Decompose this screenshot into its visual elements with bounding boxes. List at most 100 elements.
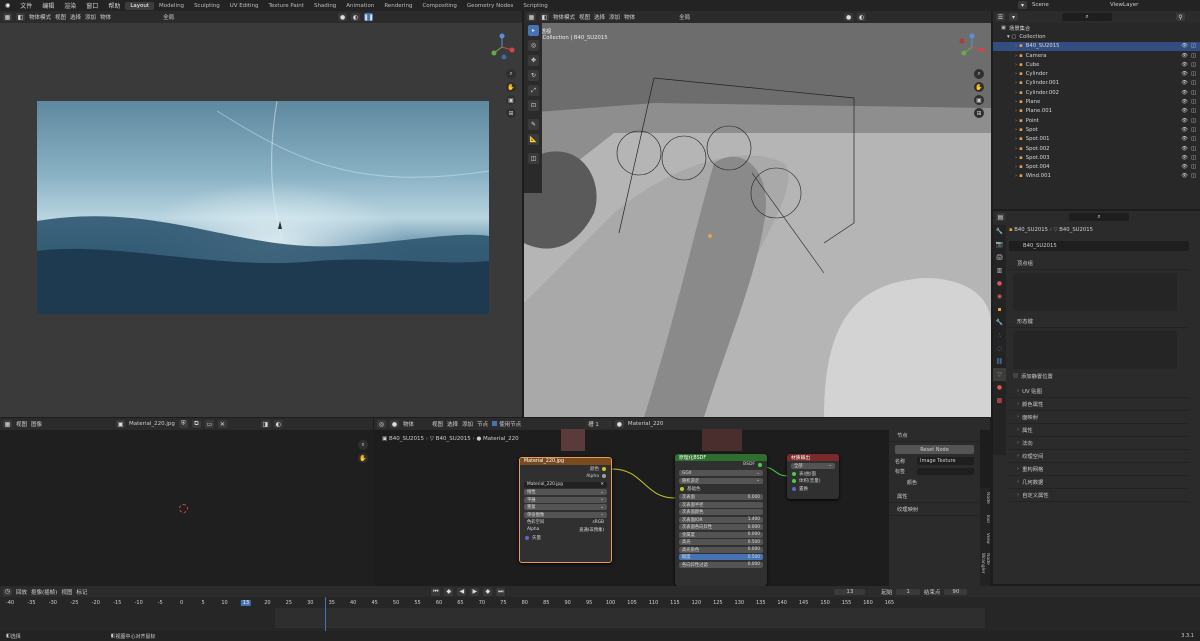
outliner-item[interactable]: › ▪ Plane.001 👁 ◫ — [993, 107, 1200, 116]
menu-object[interactable]: 物体 — [624, 13, 635, 21]
node-section-header[interactable]: 节点 — [889, 429, 980, 442]
render-tab-icon[interactable]: 📷 — [993, 238, 1006, 251]
properties-section[interactable]: › 颜色属性 — [1009, 398, 1189, 411]
menu-select[interactable]: 选择 — [70, 13, 81, 21]
outliner-item[interactable]: › ▪ Wind.001 👁 ◫ — [993, 172, 1200, 181]
image-editor[interactable]: ▦ 视图 图像 ▣ Material_220.jpg ⛨ ⧉ ▭ ✕ ◨ ◐ ⌕… — [0, 418, 373, 586]
tab-modeling[interactable]: Modeling — [154, 2, 189, 10]
collection-row[interactable]: ▾ ▢ Collection — [993, 32, 1200, 41]
properties-section-header[interactable]: 属性 — [889, 490, 980, 503]
output-tab-icon[interactable]: 🖨 — [993, 251, 1006, 264]
add-rest-position-checkbox[interactable]: 添加静置位置 — [1013, 372, 1053, 380]
properties-section[interactable]: › 属性 — [1009, 424, 1189, 437]
camera-render-icon[interactable]: ◫ — [1191, 99, 1196, 105]
outliner-item[interactable]: › ▪ Cylinder 👁 ◫ — [993, 69, 1200, 78]
menu-window[interactable]: 窗口 — [81, 1, 103, 10]
camera-icon[interactable]: ▣ — [974, 95, 984, 105]
particles-tab-icon[interactable]: ∴ — [993, 329, 1006, 342]
start-frame-field[interactable]: 1 — [896, 588, 920, 595]
tab-sculpting[interactable]: Sculpting — [189, 2, 225, 10]
bsdf-input-field[interactable]: 次表面颜色 — [679, 509, 763, 515]
orientation-select[interactable]: 全局 — [679, 13, 690, 21]
outliner-item[interactable]: › ▪ Camera 👁 ◫ — [993, 51, 1200, 60]
projection-select[interactable]: 平展 ⌄ — [524, 496, 607, 503]
camera-render-icon[interactable]: ◫ — [1191, 118, 1196, 124]
view-icon[interactable]: ◨ — [260, 420, 270, 428]
copy-icon[interactable]: ⧉ — [191, 420, 201, 428]
alpha-output[interactable]: Alpha — [520, 473, 611, 481]
playhead[interactable] — [325, 597, 326, 631]
camera-render-icon[interactable]: ◫ — [1191, 127, 1196, 133]
tab-layout[interactable]: Layout — [125, 1, 155, 10]
menu-render[interactable]: 渲染 — [59, 1, 81, 10]
material-output-node[interactable]: 材质输出 全部 ⌄ 表(曲)面 体积(音量) 置换 — [787, 454, 839, 499]
3d-viewport[interactable]: ▦ ◧ 物体模式 视图 选择 添加 物体 全局 ● ◐ 用户透视 (13) Co… — [524, 11, 991, 417]
vertex-groups-header[interactable]: 顶点组 — [1009, 257, 1189, 270]
camera-render-icon[interactable]: ◫ — [1191, 62, 1196, 68]
visibility-icon[interactable]: 👁 — [1181, 173, 1188, 179]
image-texture-node[interactable]: Material_220.jpg 颜色 Alpha Material_220.j… — [519, 457, 612, 563]
object-tab-icon[interactable]: ▪ — [993, 303, 1006, 316]
outliner-item[interactable]: › ▪ Spot.003 👁 ◫ — [993, 153, 1200, 162]
menu-add[interactable]: 添加 — [609, 13, 620, 21]
properties-section[interactable]: › 纹理空间 — [1009, 450, 1189, 463]
close-icon[interactable]: ✕ — [217, 420, 227, 428]
scene-icon[interactable]: ▾ — [1018, 1, 1027, 9]
display-channels-icon[interactable]: ◐ — [273, 420, 283, 428]
camera-render-icon[interactable]: ◫ — [1191, 71, 1196, 77]
editor-type-icon[interactable]: ◷ — [3, 587, 12, 596]
camera-icon[interactable]: ▣ — [506, 95, 516, 105]
vertex-groups-list[interactable] — [1013, 273, 1177, 311]
outliner-item[interactable]: › ▪ Cylinder.002 👁 ◫ — [993, 88, 1200, 97]
bsdf-input-field[interactable]: 糙度 0.500 — [679, 554, 763, 560]
visibility-icon[interactable]: 👁 — [1181, 136, 1188, 142]
overlay-icon[interactable]: ◐ — [857, 13, 867, 21]
interpolation-select[interactable]: 线性 ⌄ — [524, 489, 607, 495]
menu-add[interactable]: 添加 — [85, 13, 96, 21]
menu-marker[interactable]: 标记 — [76, 588, 87, 596]
scene-name[interactable]: Scene — [1032, 2, 1049, 8]
properties-section[interactable]: › UV 贴图 — [1009, 385, 1189, 398]
visibility-icon[interactable]: 👁 — [1181, 90, 1188, 96]
visibility-icon[interactable]: 👁 — [1181, 164, 1188, 170]
outliner-search-icon[interactable]: ⌕ — [1062, 13, 1112, 21]
camera-render-icon[interactable]: ◫ — [1191, 146, 1196, 152]
pause-icon[interactable]: ❚❚ — [364, 13, 374, 21]
menu-edit[interactable]: 编辑 — [37, 1, 59, 10]
object-mode-icon[interactable]: ◧ — [540, 13, 549, 21]
outliner-item[interactable]: › ▪ B40_SU2015 👁 ◫ — [993, 41, 1200, 51]
shader-node-editor[interactable]: ◎ ● 物体 视图 选择 添加 节点 使用节点 槽 1 ● Material_2… — [374, 418, 990, 586]
outliner-item[interactable]: › ▪ Spot.001 👁 ◫ — [993, 135, 1200, 144]
alpha-mode-select[interactable]: Alpha 直通(非预乘) — [524, 527, 607, 533]
mode-select[interactable]: 物体模式 — [29, 13, 51, 21]
tool-tab-icon[interactable]: 🔧 — [993, 225, 1006, 238]
visibility-icon[interactable]: 👁 — [1181, 108, 1188, 114]
menu-select[interactable]: 选择 — [594, 13, 605, 21]
constraints-tab-icon[interactable]: ⛓ — [993, 355, 1006, 368]
texture-tab-icon[interactable]: ▩ — [993, 394, 1006, 407]
rotate-tool-icon[interactable]: ↻ — [528, 70, 539, 81]
menu-file[interactable]: 文件 — [15, 1, 37, 10]
pan-hand-icon[interactable]: ✋ — [506, 82, 516, 92]
surface-input[interactable]: 表(曲)面 — [787, 470, 839, 478]
orientation-select[interactable]: 全局 — [163, 13, 174, 21]
properties-search-icon[interactable]: ⌕ — [1069, 213, 1129, 221]
grid-icon[interactable]: ⊞ — [506, 108, 516, 118]
bsdf-input-field[interactable]: 次表面IOR 1.400 — [679, 516, 763, 523]
camera-render-icon[interactable]: ◫ — [1191, 53, 1196, 59]
tab-node[interactable]: Node — [980, 492, 990, 504]
menu-view[interactable]: 视图 — [579, 13, 590, 21]
menu-view[interactable]: 视图 — [55, 13, 66, 21]
properties-section[interactable]: › 面映射 — [1009, 411, 1189, 424]
zoom-icon[interactable]: ⌕ — [506, 69, 516, 79]
modifier-tab-icon[interactable]: 🔧 — [993, 316, 1006, 329]
menu-object[interactable]: 物体 — [100, 13, 111, 21]
scene-collection-row[interactable]: ▣ 场景集合 — [993, 23, 1200, 32]
tab-scripting[interactable]: Scripting — [518, 2, 552, 10]
tab-uv-editing[interactable]: UV Editing — [225, 2, 264, 10]
annotate-tool-icon[interactable]: ✎ — [528, 119, 539, 130]
next-key-icon[interactable]: ◆ — [483, 587, 493, 596]
filter-icon[interactable]: ⚲ — [1176, 13, 1185, 21]
editor-type-icon[interactable]: ▦ — [3, 420, 12, 428]
zoom-icon[interactable]: ⌕ — [974, 69, 984, 79]
